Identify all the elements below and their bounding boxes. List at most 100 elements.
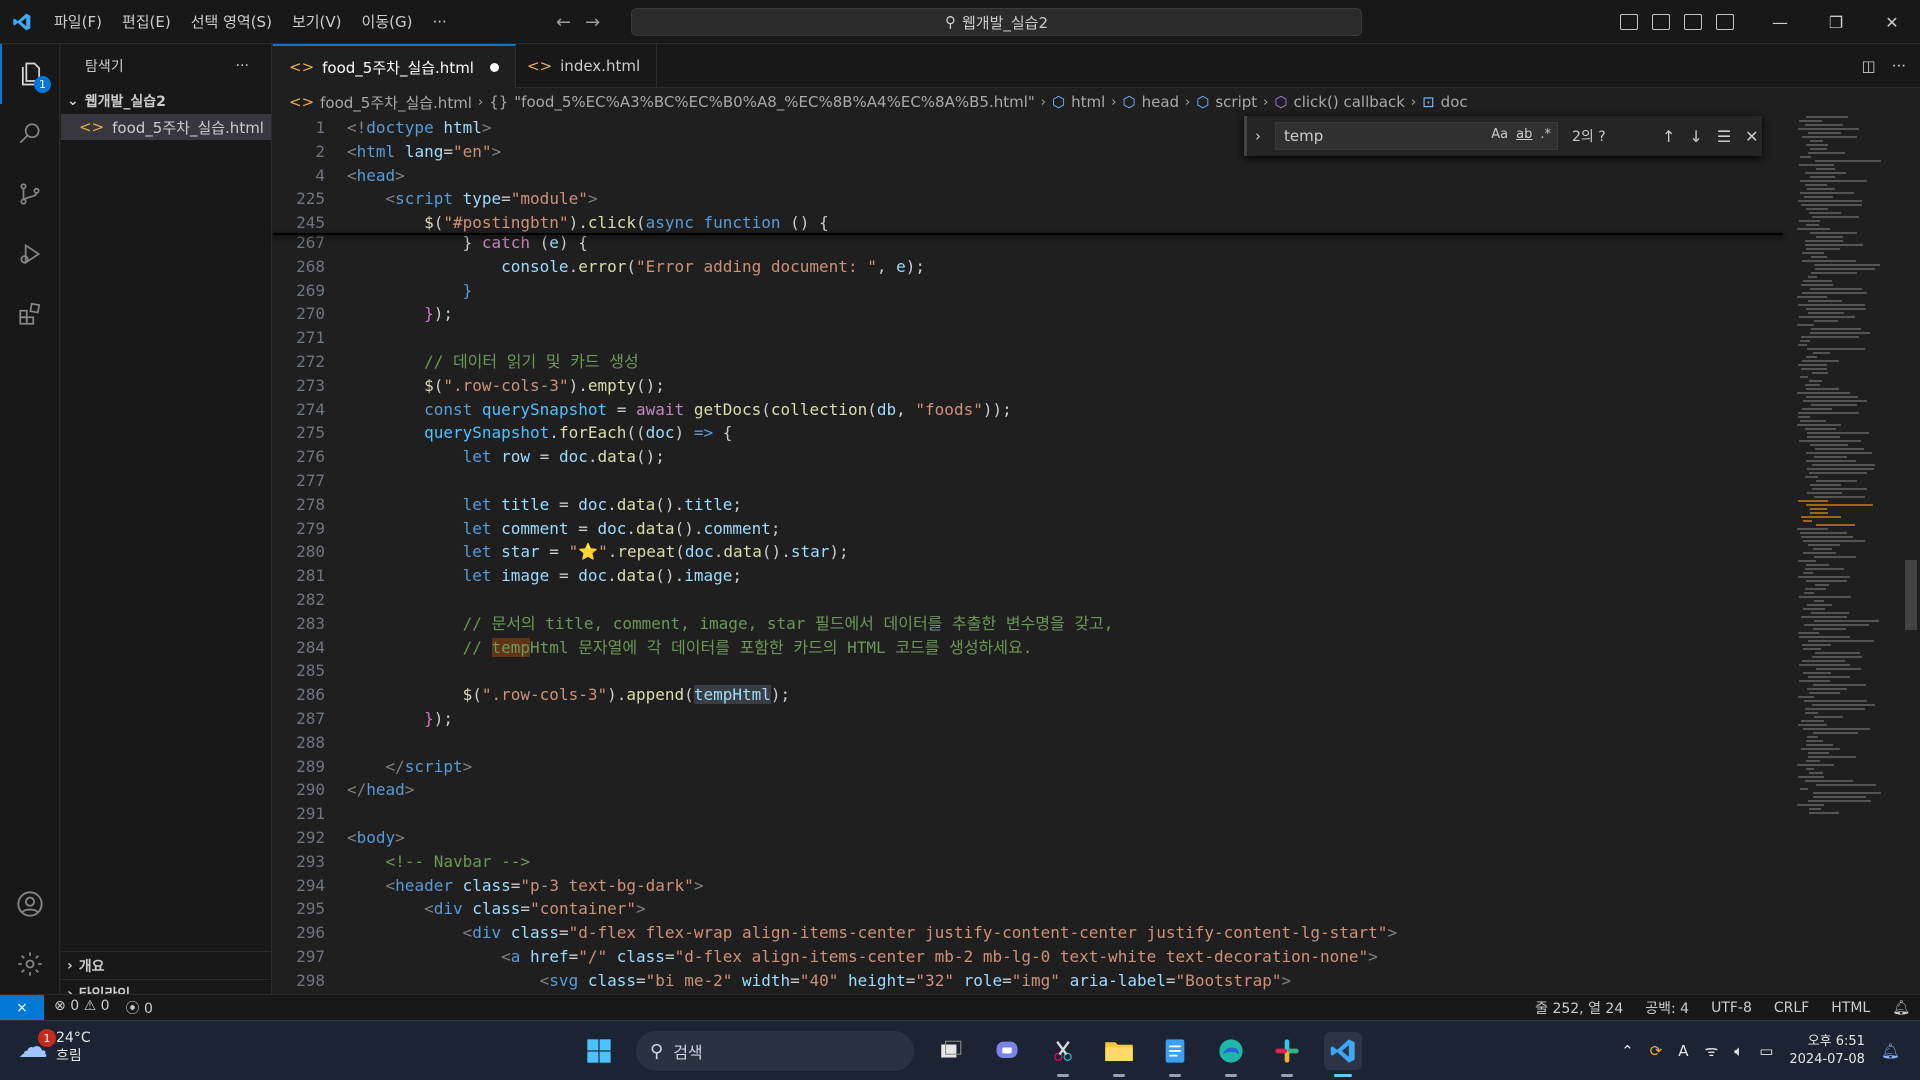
indentation[interactable]: 공백: 4 xyxy=(1645,998,1689,1018)
menu-item[interactable]: 보기(V) xyxy=(282,0,352,44)
battery-icon[interactable]: ▭ xyxy=(1759,1042,1773,1060)
breadcrumb-item[interactable]: food_5주차_실습.html xyxy=(320,92,472,113)
line-ending[interactable]: CRLF xyxy=(1774,1000,1809,1016)
vertical-scrollbar[interactable] xyxy=(1905,560,1917,630)
match-whole-word-icon[interactable]: ab xyxy=(1516,127,1532,142)
file-tree-item[interactable]: <> food_5주차_실습.html xyxy=(61,114,271,140)
language-mode[interactable]: HTML xyxy=(1831,1000,1870,1016)
chevron-right-icon[interactable]: › xyxy=(1255,127,1261,145)
snipping-tool-icon[interactable] xyxy=(1044,1032,1082,1077)
breadcrumb-item[interactable]: head xyxy=(1142,93,1179,111)
problems-indicator[interactable]: ⊗ 0 ⚠ 0 xyxy=(54,998,110,1018)
ime-icon[interactable]: A xyxy=(1678,1042,1688,1060)
tab-food-html[interactable]: <> food_5주차_실습.html xyxy=(273,44,516,88)
close-button[interactable]: ✕ xyxy=(1864,0,1920,44)
breadcrumb-item[interactable]: doc xyxy=(1441,93,1468,111)
ports-count: 0 xyxy=(143,1000,153,1017)
back-arrow-icon[interactable]: ← xyxy=(556,12,571,33)
menu-item[interactable]: 이동(G) xyxy=(352,0,423,44)
menu-item[interactable]: 선택 영역(S) xyxy=(181,0,282,44)
source-control-icon[interactable] xyxy=(0,164,60,224)
toggle-secondary-sidebar-icon[interactable] xyxy=(1684,14,1702,30)
search-view-icon[interactable] xyxy=(0,104,60,164)
folder-label: 웹개발_실습2 xyxy=(84,94,166,110)
chat-icon[interactable] xyxy=(988,1032,1026,1070)
clock[interactable]: 오후 6:51 2024-07-08 xyxy=(1789,1033,1865,1069)
minimap-line xyxy=(1806,744,1833,746)
toggle-primary-sidebar-icon[interactable] xyxy=(1620,14,1638,30)
minimap-line xyxy=(1797,804,1824,806)
wifi-icon[interactable]: ᯤ xyxy=(1704,1041,1718,1061)
element-icon: ⬡ xyxy=(1122,93,1136,111)
previous-match-icon[interactable]: ↑ xyxy=(1662,127,1675,146)
outline-section[interactable]: › 개요 xyxy=(61,951,271,979)
minimap-line xyxy=(1798,344,1808,346)
notification-bell-icon[interactable]: 🔔︎ xyxy=(1881,1042,1900,1060)
split-editor-icon[interactable]: ◫ xyxy=(1862,57,1876,75)
close-icon[interactable]: ✕ xyxy=(1745,127,1758,146)
line-number: 292 xyxy=(296,828,325,847)
edge-browser-icon[interactable] xyxy=(1212,1032,1250,1077)
toggle-panel-icon[interactable] xyxy=(1652,14,1670,30)
breadcrumb-item[interactable]: script xyxy=(1215,93,1257,111)
code-line: 290 </head> xyxy=(273,778,1793,802)
notepad-icon[interactable] xyxy=(1156,1032,1194,1077)
encoding[interactable]: UTF-8 xyxy=(1711,1000,1752,1016)
customize-layout-icon[interactable] xyxy=(1716,14,1734,30)
minimap-line xyxy=(1800,340,1811,342)
unsaved-dot-icon[interactable] xyxy=(489,62,499,72)
minimap-line xyxy=(1806,768,1815,770)
minimap-line xyxy=(1797,296,1827,298)
windows-start-icon[interactable] xyxy=(580,1032,618,1070)
weather-widget[interactable]: ☁ 1 24°C 흐림 xyxy=(18,1029,91,1065)
ports-indicator[interactable]: ⦿ 0 xyxy=(126,998,153,1018)
run-debug-icon[interactable] xyxy=(0,224,60,284)
restore-button[interactable]: ❐ xyxy=(1808,0,1864,44)
sync-icon[interactable]: ⟳ xyxy=(1650,1042,1663,1060)
next-match-icon[interactable]: ↓ xyxy=(1689,127,1702,146)
line-number: 296 xyxy=(296,923,325,943)
volume-icon[interactable]: 🔈︎ xyxy=(1734,1042,1743,1060)
taskbar-search[interactable]: ⚲ 검색 xyxy=(636,1031,914,1071)
explorer-icon[interactable]: 1 xyxy=(0,44,60,104)
breadcrumb-item[interactable]: html xyxy=(1071,93,1105,111)
menu-item[interactable]: 파일(F) xyxy=(44,0,112,44)
settings-gear-icon[interactable] xyxy=(0,934,60,994)
breadcrumb-item[interactable]: click() callback xyxy=(1293,93,1404,111)
chevron-up-icon[interactable]: ⌃ xyxy=(1621,1042,1634,1060)
tab-index-html[interactable]: <> index.html xyxy=(511,44,658,88)
minimap-line xyxy=(1797,324,1815,326)
workspace-folder[interactable]: ⌄ 웹개발_실습2 xyxy=(61,88,271,114)
minimap-line xyxy=(1800,180,1868,182)
regex-icon[interactable]: .* xyxy=(1540,127,1551,142)
extensions-icon[interactable] xyxy=(0,284,60,344)
layout-controls xyxy=(1620,0,1734,44)
minimap-line xyxy=(1806,580,1848,582)
accounts-icon[interactable] xyxy=(0,874,60,934)
forward-arrow-icon[interactable]: → xyxy=(585,12,600,33)
sidebar-title: 탐색기 xyxy=(85,59,124,75)
menu-item[interactable]: ··· xyxy=(422,0,456,44)
command-center-search[interactable]: ⚲ 웹개발_실습2 xyxy=(631,8,1362,36)
task-view-icon[interactable] xyxy=(932,1032,970,1070)
find-input[interactable]: temp Aa ab .* xyxy=(1275,122,1558,150)
minimize-button[interactable]: — xyxy=(1752,0,1808,44)
more-actions-icon[interactable]: ··· xyxy=(236,58,249,74)
sidebar-header: 탐색기 ··· xyxy=(61,44,271,88)
more-actions-icon[interactable]: ··· xyxy=(1892,57,1906,75)
cursor-position[interactable]: 줄 252, 열 24 xyxy=(1535,998,1623,1018)
find-in-selection-icon[interactable]: ☰ xyxy=(1717,127,1731,146)
code-editor[interactable]: 1 <!doctype html> 2 <html lang="en"> 4 <head>… xyxy=(273,116,1793,994)
minimap-line xyxy=(1810,444,1848,446)
match-case-icon[interactable]: Aa xyxy=(1491,127,1508,142)
breadcrumb-item[interactable]: "food_5%EC%A3%BC%EC%B0%A8_%EC%8B%A4%EC%8… xyxy=(514,93,1035,111)
file-explorer-icon[interactable] xyxy=(1100,1032,1138,1077)
minimap-line xyxy=(1811,612,1849,614)
file-label: food_5주차_실습.html xyxy=(112,118,264,137)
notifications-bell-icon[interactable]: 🔔︎ xyxy=(1892,1000,1910,1016)
vscode-taskbar-icon[interactable] xyxy=(1324,1032,1362,1077)
minimap[interactable] xyxy=(1793,116,1903,994)
slack-icon[interactable] xyxy=(1268,1032,1306,1077)
menu-item[interactable]: 편집(E) xyxy=(112,0,181,44)
remote-indicator-icon[interactable]: ⨯ xyxy=(0,994,44,1021)
